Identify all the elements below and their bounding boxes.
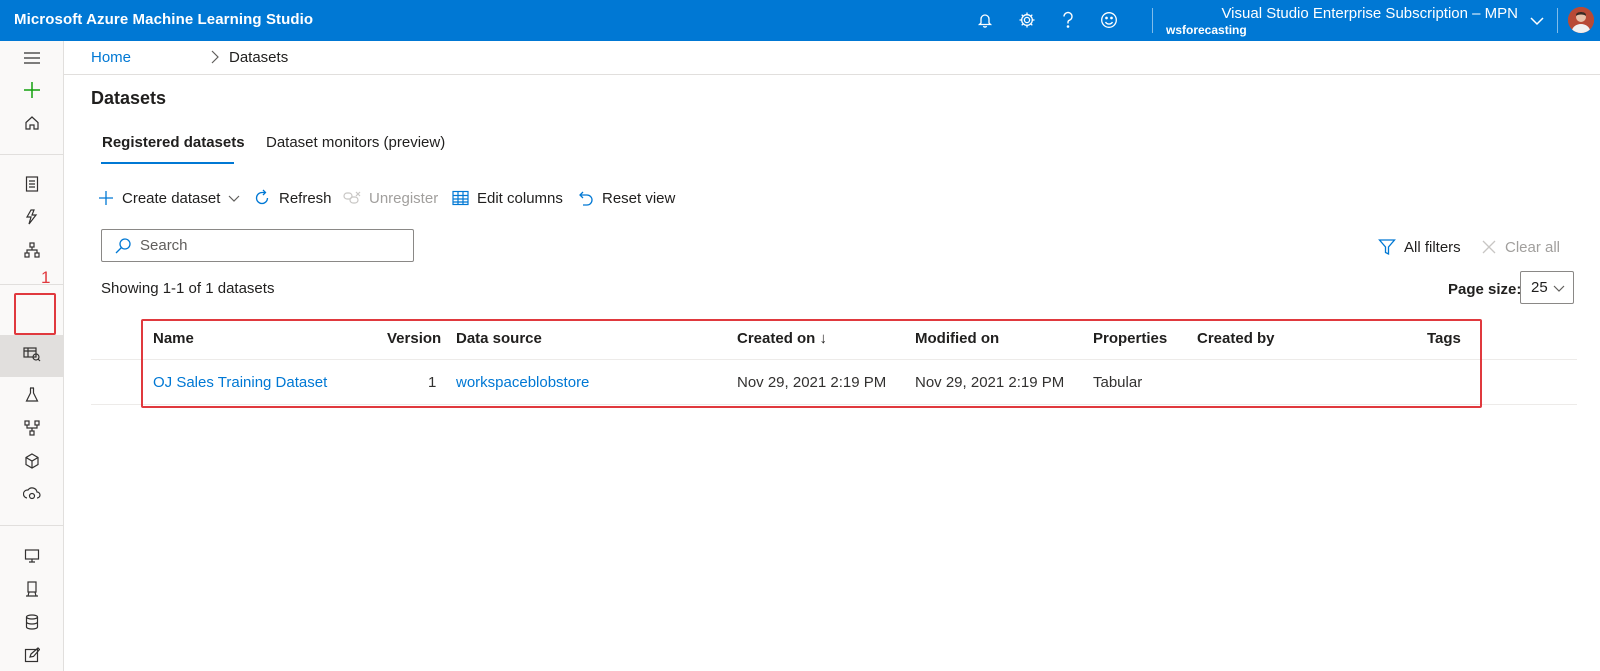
all-filters-button[interactable]: All filters	[1378, 237, 1461, 257]
gear-icon[interactable]	[1016, 9, 1038, 31]
active-tab-indicator	[101, 162, 234, 164]
rail-divider	[0, 525, 63, 526]
top-bar: Microsoft Azure Machine Learning Studio …	[0, 0, 1600, 41]
top-divider	[1152, 8, 1153, 33]
unregister-label: Unregister	[369, 189, 439, 207]
search-box[interactable]	[101, 229, 414, 262]
search-icon	[115, 237, 131, 253]
chevron-down-icon	[1553, 285, 1565, 292]
notebook-icon[interactable]	[20, 172, 44, 196]
tab-dataset-monitors[interactable]: Dataset monitors (preview)	[266, 134, 445, 151]
models-icon[interactable]	[20, 449, 44, 473]
help-icon[interactable]	[1057, 9, 1079, 31]
tab-registered-datasets[interactable]: Registered datasets	[102, 134, 245, 151]
smiley-icon[interactable]	[1098, 9, 1120, 31]
page-title: Datasets	[91, 88, 167, 108]
automl-icon[interactable]	[20, 205, 44, 229]
chevron-down-icon[interactable]	[1528, 12, 1546, 30]
home-icon[interactable]	[20, 111, 44, 135]
breadcrumb-home[interactable]: Home	[91, 49, 131, 66]
avatar[interactable]	[1568, 7, 1594, 33]
edit-columns-button[interactable]: Edit columns	[452, 187, 563, 209]
undo-icon	[579, 191, 593, 206]
annotation-table-highlight	[141, 319, 1482, 408]
clear-all-button[interactable]: Clear all	[1481, 237, 1560, 257]
create-dataset-button[interactable]: Create dataset	[98, 187, 240, 209]
refresh-button[interactable]: Refresh	[253, 187, 332, 209]
labeling-icon[interactable]	[20, 643, 44, 667]
top-divider	[1557, 8, 1558, 33]
plus-icon[interactable]	[20, 78, 44, 102]
breadcrumb-current: Datasets	[229, 49, 289, 66]
page-size-dropdown[interactable]: 25	[1520, 271, 1574, 304]
left-navigation-rail	[0, 41, 64, 671]
create-dataset-label: Create dataset	[122, 189, 221, 207]
breadcrumb: Home Datasets	[64, 41, 1600, 75]
unregister-button[interactable]: Unregister	[343, 187, 438, 209]
pipelines-icon[interactable]	[20, 416, 44, 440]
datastores-icon[interactable]	[20, 610, 44, 634]
compute-icon[interactable]	[20, 544, 44, 568]
designer-icon[interactable]	[20, 238, 44, 262]
page-size-value: 25	[1531, 279, 1548, 296]
results-count: Showing 1-1 of 1 datasets	[101, 280, 275, 297]
rail-divider	[0, 284, 63, 285]
annotation-highlight-box	[14, 293, 56, 335]
datasets-icon[interactable]	[20, 342, 44, 366]
experiments-icon[interactable]	[20, 383, 44, 407]
table-icon	[452, 190, 469, 206]
clear-all-label: Clear all	[1505, 238, 1561, 256]
unregister-icon	[343, 191, 361, 204]
hamburger-icon[interactable]	[20, 46, 44, 70]
chevron-down-icon	[228, 195, 240, 202]
app-title[interactable]: Microsoft Azure Machine Learning Studio	[14, 11, 313, 28]
workspace-name[interactable]: wsforecasting	[1166, 23, 1247, 37]
refresh-label: Refresh	[279, 189, 332, 207]
page-size-label: Page size:	[1448, 281, 1522, 298]
plus-icon	[99, 191, 113, 205]
refresh-icon	[255, 189, 269, 205]
bell-icon[interactable]	[974, 9, 996, 31]
search-input[interactable]	[140, 237, 400, 254]
annotation-number: 1	[41, 268, 51, 287]
endpoints-icon[interactable]	[20, 482, 44, 506]
close-icon	[1482, 240, 1496, 254]
subscription-name[interactable]: Visual Studio Enterprise Subscription – …	[1221, 5, 1518, 22]
reset-view-label: Reset view	[602, 189, 676, 207]
filter-icon	[1378, 239, 1396, 256]
environments-icon[interactable]	[20, 577, 44, 601]
all-filters-label: All filters	[1404, 238, 1461, 256]
edit-columns-label: Edit columns	[477, 189, 563, 207]
rail-divider	[0, 154, 63, 155]
chevron-right-icon	[210, 50, 220, 64]
reset-view-button[interactable]: Reset view	[578, 187, 675, 209]
